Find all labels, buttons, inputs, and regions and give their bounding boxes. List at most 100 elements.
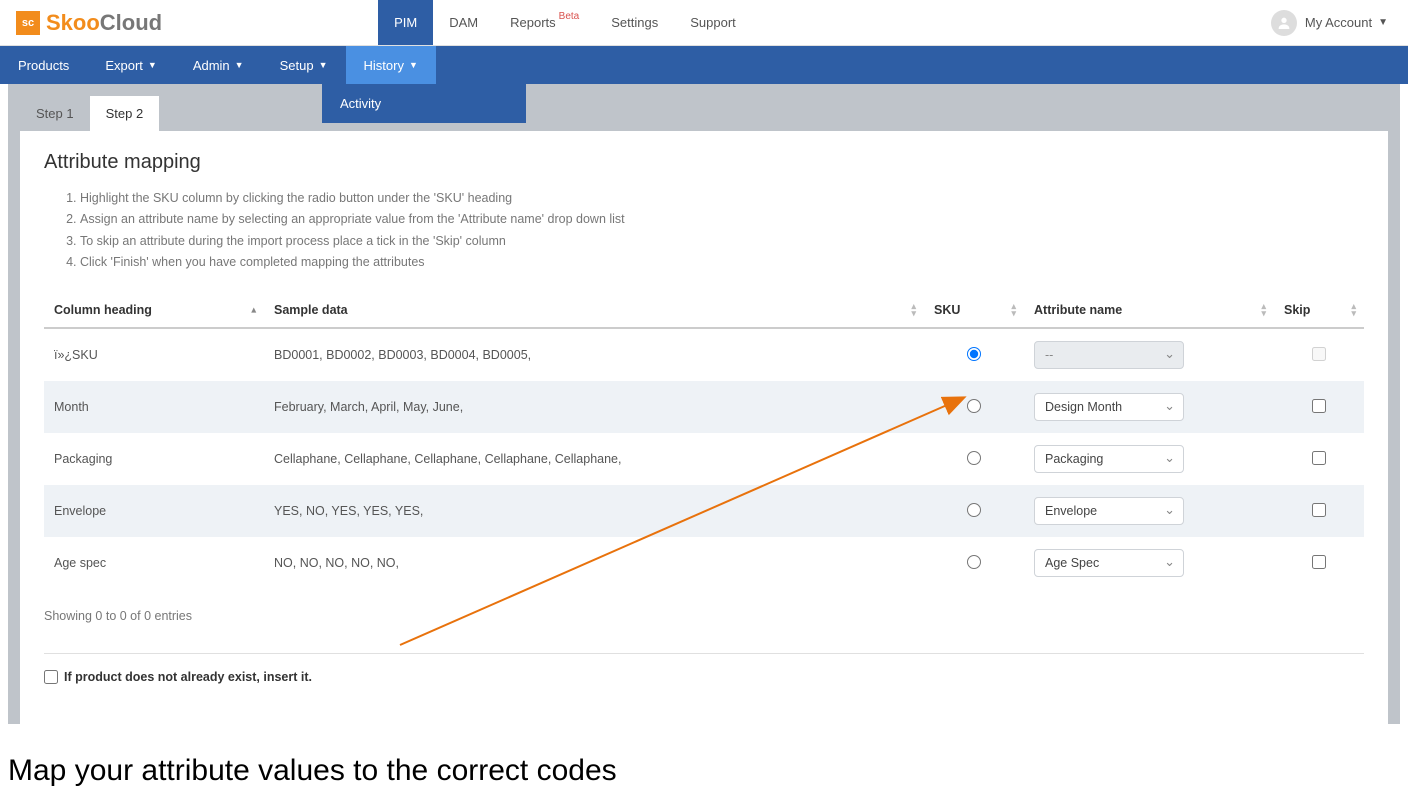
- table-row: MonthFebruary, March, April, May, June, D…: [44, 381, 1364, 433]
- skip-checkbox: [1312, 347, 1326, 361]
- instruction-item: Highlight the SKU column by clicking the…: [80, 188, 1364, 209]
- insert-checkbox[interactable]: [44, 670, 58, 684]
- logo[interactable]: sc SkooCloud: [0, 10, 178, 36]
- tab-step1[interactable]: Step 1: [20, 96, 90, 131]
- th-label: SKU: [934, 303, 960, 317]
- nav-products[interactable]: Products: [0, 46, 87, 84]
- table-row: PackagingCellaphane, Cellaphane, Cellaph…: [44, 433, 1364, 485]
- cell-attribute: Design Month: [1024, 381, 1274, 433]
- cell-attribute: Age Spec: [1024, 537, 1274, 589]
- cell-attribute: --: [1024, 328, 1274, 381]
- attribute-select[interactable]: Packaging: [1034, 445, 1184, 473]
- sort-icon: ▴▾: [1011, 303, 1016, 317]
- logo-text: SkooCloud: [46, 10, 162, 36]
- th-sample-data[interactable]: Sample data ▴▾: [264, 293, 924, 328]
- cell-attribute: Packaging: [1024, 433, 1274, 485]
- tab-step2[interactable]: Step 2: [90, 96, 160, 131]
- attribute-select[interactable]: Age Spec: [1034, 549, 1184, 577]
- top-header: sc SkooCloud PIM DAM Reports Beta Settin…: [0, 0, 1408, 46]
- tab-settings[interactable]: Settings: [595, 0, 674, 45]
- page-tabs: Step 1 Step 2: [20, 96, 1388, 131]
- sku-radio[interactable]: [967, 347, 981, 361]
- cell-sku: [924, 328, 1024, 381]
- caret-down-icon: ▼: [148, 60, 157, 70]
- th-label: Column heading: [54, 303, 152, 317]
- insert-row: If product does not already exist, inser…: [44, 653, 1364, 684]
- tab-reports[interactable]: Reports Beta: [494, 0, 595, 45]
- account-label: My Account: [1305, 15, 1372, 30]
- cell-skip: [1274, 328, 1364, 381]
- th-attribute-name[interactable]: Attribute name ▴▾: [1024, 293, 1274, 328]
- logo-text-b: Cloud: [100, 10, 162, 35]
- tab-dam[interactable]: DAM: [433, 0, 494, 45]
- account-menu[interactable]: My Account ▼: [1271, 10, 1408, 36]
- instruction-item: To skip an attribute during the import p…: [80, 231, 1364, 252]
- th-label: Sample data: [274, 303, 348, 317]
- sku-radio[interactable]: [967, 451, 981, 465]
- nav-history-label: History: [364, 58, 404, 73]
- logo-text-a: Skoo: [46, 10, 100, 35]
- page-wrap: Step 1 Step 2 Attribute mapping Highligh…: [8, 84, 1400, 724]
- th-label: Attribute name: [1034, 303, 1122, 317]
- cell-skip: [1274, 485, 1364, 537]
- attribute-select[interactable]: Design Month: [1034, 393, 1184, 421]
- cell-column-heading: ï»¿SKU: [44, 328, 264, 381]
- nav-admin[interactable]: Admin ▼: [175, 46, 262, 84]
- nav-export-label: Export: [105, 58, 143, 73]
- cell-column-heading: Packaging: [44, 433, 264, 485]
- cell-sample-data: February, March, April, May, June,: [264, 381, 924, 433]
- cell-sku: [924, 381, 1024, 433]
- th-label: Skip: [1284, 303, 1310, 317]
- skip-checkbox[interactable]: [1312, 451, 1326, 465]
- sku-radio[interactable]: [967, 555, 981, 569]
- nav-bar: Products Export▼ Admin▼ Setup▼ History▼ …: [0, 46, 1408, 84]
- nav-history[interactable]: History▼: [346, 46, 436, 84]
- caret-down-icon: ▼: [319, 60, 328, 70]
- panel: Attribute mapping Highlight the SKU colu…: [20, 131, 1388, 724]
- tab-pim[interactable]: PIM: [378, 0, 433, 45]
- annotation-text: Map your attribute values to the correct…: [0, 724, 1408, 808]
- skip-checkbox[interactable]: [1312, 503, 1326, 517]
- attribute-select[interactable]: Envelope: [1034, 497, 1184, 525]
- cell-sku: [924, 433, 1024, 485]
- cell-skip: [1274, 433, 1364, 485]
- beta-badge: Beta: [559, 11, 580, 22]
- caret-down-icon: ▼: [1378, 17, 1388, 28]
- table-footer: Showing 0 to 0 of 0 entries: [44, 609, 1364, 623]
- table-row: Age specNO, NO, NO, NO, NO, Age Spec: [44, 537, 1364, 589]
- cell-sku: [924, 485, 1024, 537]
- avatar-icon: [1271, 10, 1297, 36]
- caret-down-icon: ▼: [235, 60, 244, 70]
- cell-sample-data: Cellaphane, Cellaphane, Cellaphane, Cell…: [264, 433, 924, 485]
- instructions-list: Highlight the SKU column by clicking the…: [44, 188, 1364, 273]
- cell-column-heading: Month: [44, 381, 264, 433]
- nav-export[interactable]: Export ▼: [87, 46, 175, 84]
- skip-checkbox[interactable]: [1312, 555, 1326, 569]
- sort-icon: ▴▾: [1351, 303, 1356, 317]
- nav-admin-label: Admin: [193, 58, 230, 73]
- cell-sample-data: YES, NO, YES, YES, YES,: [264, 485, 924, 537]
- sku-radio[interactable]: [967, 399, 981, 413]
- th-sku[interactable]: SKU ▴▾: [924, 293, 1024, 328]
- cell-column-heading: Envelope: [44, 485, 264, 537]
- attribute-select: --: [1034, 341, 1184, 369]
- instruction-item: Assign an attribute name by selecting an…: [80, 209, 1364, 230]
- sort-asc-icon: ▴: [251, 305, 256, 316]
- instruction-item: Click 'Finish' when you have completed m…: [80, 252, 1364, 273]
- cell-skip: [1274, 537, 1364, 589]
- th-column-heading[interactable]: Column heading ▴: [44, 293, 264, 328]
- cell-sku: [924, 537, 1024, 589]
- dropdown-activity[interactable]: Activity: [322, 84, 526, 123]
- th-skip[interactable]: Skip ▴▾: [1274, 293, 1364, 328]
- cell-column-heading: Age spec: [44, 537, 264, 589]
- top-tabs: PIM DAM Reports Beta Settings Support: [378, 0, 752, 45]
- nav-setup-label: Setup: [280, 58, 314, 73]
- skip-checkbox[interactable]: [1312, 399, 1326, 413]
- mapping-table: Column heading ▴ Sample data ▴▾ SKU ▴▾ A…: [44, 293, 1364, 589]
- cell-sample-data: NO, NO, NO, NO, NO,: [264, 537, 924, 589]
- insert-label: If product does not already exist, inser…: [64, 670, 312, 684]
- sort-icon: ▴▾: [911, 303, 916, 317]
- tab-support[interactable]: Support: [674, 0, 752, 45]
- sku-radio[interactable]: [967, 503, 981, 517]
- nav-setup[interactable]: Setup ▼: [262, 46, 346, 84]
